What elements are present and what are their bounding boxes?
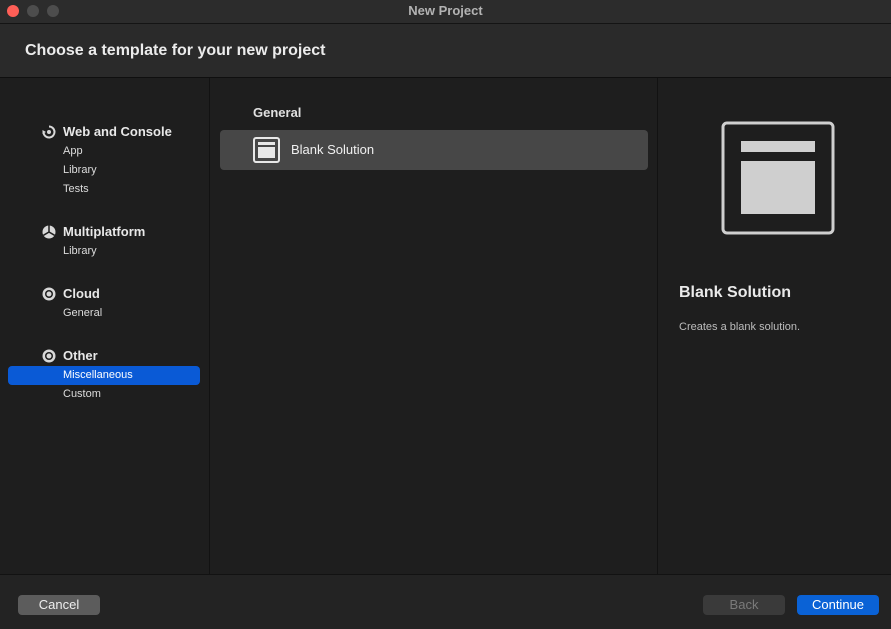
sidebar-item-library[interactable]: Library (0, 242, 210, 261)
sidebar-item-miscellaneous[interactable]: Miscellaneous (0, 366, 210, 385)
template-group-title: General (253, 105, 302, 120)
sidebar-item-label: App (63, 145, 83, 157)
category-web-and-console: Web and Console App Library Tests (0, 122, 210, 199)
category-sidebar: Web and Console App Library Tests Multip… (0, 78, 210, 574)
back-button[interactable]: Back (703, 595, 785, 615)
template-item-blank-solution[interactable]: Blank Solution (220, 130, 648, 170)
detail-description: Creates a blank solution. (679, 321, 801, 333)
title-bar: New Project (0, 0, 891, 24)
continue-button[interactable]: Continue (797, 595, 879, 615)
category-header[interactable]: Cloud (0, 284, 210, 304)
category-header[interactable]: Multiplatform (0, 222, 210, 242)
template-detail-panel: Blank Solution Creates a blank solution. (659, 78, 891, 574)
blank-solution-icon (253, 137, 280, 163)
detail-title: Blank Solution (679, 284, 791, 301)
sidebar-item-custom[interactable]: Custom (0, 385, 210, 404)
cancel-button[interactable]: Cancel (18, 595, 100, 615)
category-header[interactable]: Other (0, 346, 210, 366)
sidebar-item-label: Custom (63, 388, 101, 400)
category-other: Other Miscellaneous Custom (0, 346, 210, 404)
sidebar-item-library[interactable]: Library (0, 161, 210, 180)
sidebar-item-label: Miscellaneous (63, 369, 133, 381)
sidebar-item-label: Library (63, 245, 97, 257)
multiplatform-icon (42, 225, 56, 239)
dialog-footer: Cancel Back Continue (0, 574, 891, 629)
template-list-panel: General Blank Solution (211, 78, 658, 574)
sidebar-item-label: Library (63, 164, 97, 176)
category-title: Cloud (63, 286, 100, 301)
page-title: Choose a template for your new project (25, 42, 326, 59)
sidebar-item-tests[interactable]: Tests (0, 180, 210, 199)
sidebar-item-general[interactable]: General (0, 304, 210, 323)
web-console-icon (42, 125, 56, 139)
sidebar-item-label: General (63, 307, 103, 319)
dialog-header: Choose a template for your new project (0, 24, 891, 78)
category-cloud: Cloud General (0, 284, 210, 323)
window-title: New Project (408, 3, 483, 18)
other-icon (42, 349, 56, 363)
template-label: Blank Solution (291, 142, 375, 157)
cloud-icon (42, 287, 56, 301)
category-title: Other (63, 348, 98, 363)
category-multiplatform: Multiplatform Library (0, 222, 210, 261)
sidebar-item-label: Tests (63, 183, 89, 195)
category-title: Web and Console (63, 124, 172, 139)
category-title: Multiplatform (63, 224, 146, 239)
category-header[interactable]: Web and Console (0, 122, 210, 142)
blank-solution-preview-icon (721, 121, 835, 235)
sidebar-item-app[interactable]: App (0, 142, 210, 161)
